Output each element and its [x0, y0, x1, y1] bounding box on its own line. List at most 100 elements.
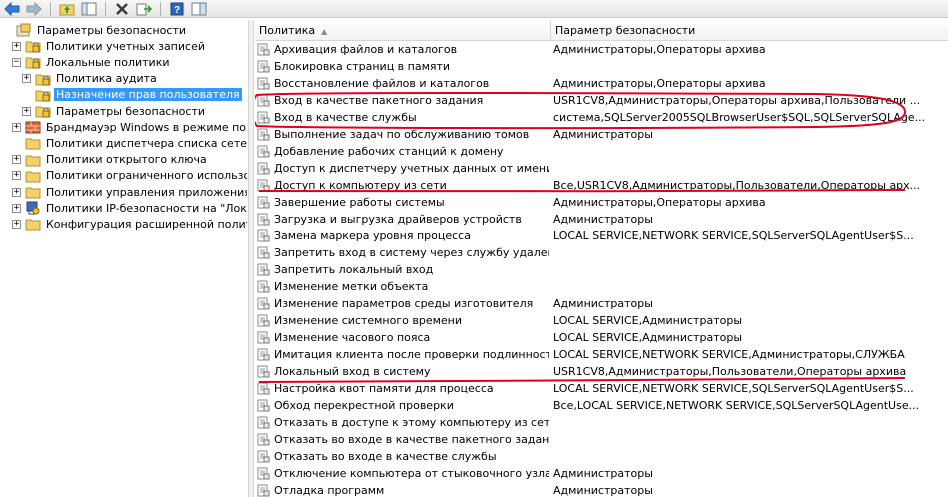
policy-row[interactable]: Выполнение задач по обслуживанию томов Ад…	[255, 126, 948, 143]
tree-item[interactable]: + Конфигурация расширенной политики	[12, 216, 247, 232]
expand-icon[interactable]: +	[12, 41, 21, 51]
policy-name: Изменение метки объекта	[274, 280, 429, 294]
policy-row[interactable]: Доступ к диспетчеру учетных данных от им…	[255, 160, 948, 177]
policy-cell: Доступ к диспетчеру учетных данных от им…	[257, 160, 549, 177]
toolbar-separator	[105, 1, 106, 16]
security-setting-value	[553, 244, 948, 261]
policy-row[interactable]: Отладка программ Администраторы	[255, 482, 948, 497]
delete-button[interactable]	[112, 1, 132, 17]
policy-row[interactable]: Доступ к компьютеру из сети Все,USR1CV8,А…	[255, 177, 948, 194]
tree-item[interactable]: + Политики управления приложениями	[12, 184, 247, 200]
collapse-icon[interactable]: −	[12, 57, 21, 67]
policy-setting-icon	[257, 348, 270, 361]
policy-row[interactable]: Архивация файлов и каталогов Администрато…	[255, 41, 948, 58]
tree-item[interactable]: + Политики учетных записей	[12, 38, 207, 54]
show-hide-tree-button[interactable]	[79, 1, 99, 17]
tree-item[interactable]: + Политики IP-безопасности на "Локальн	[12, 200, 247, 216]
policy-row[interactable]: Отказать в доступе к этому компьютеру из…	[255, 414, 948, 431]
policy-row[interactable]: Завершение работы системы Администраторы,…	[255, 194, 948, 211]
help-button[interactable]: ?	[167, 1, 187, 17]
policy-name: Отказать во входе в качестве пакетного з…	[274, 432, 549, 446]
back-button[interactable]	[2, 1, 22, 17]
tree-item[interactable]: Назначение прав пользователя	[22, 87, 242, 103]
policy-row[interactable]: Отключение компьютера от стыковочного уз…	[255, 465, 948, 482]
policy-row[interactable]: Локальный вход в систему USR1CV8,Админист…	[255, 363, 948, 380]
policy-setting-icon	[257, 297, 270, 310]
expand-icon[interactable]: +	[12, 219, 21, 229]
policy-setting-icon	[257, 94, 270, 107]
policy-row[interactable]: Загрузка и выгрузка драйверов устройств А…	[255, 211, 948, 228]
security-setting-value: USR1CV8,Администраторы,Пользователи,Опер…	[553, 365, 907, 379]
policy-row[interactable]: Изменение параметров среды изготовителя А…	[255, 295, 948, 312]
export-list-button[interactable]	[134, 1, 154, 17]
security-setting-value: LOCAL SERVICE,NETWORK SERVICE,SQLServerS…	[553, 382, 914, 395]
policy-name: Загрузка и выгрузка драйверов устройств	[274, 212, 522, 226]
policy-row[interactable]: Изменение часового пояса LOCAL SERVICE,Ад…	[255, 329, 948, 346]
policy-setting-icon	[257, 484, 270, 497]
policy-row[interactable]: Изменение системного времени LOCAL SERVIC…	[255, 312, 948, 329]
tree-item[interactable]: + Политики ограниченного использовани	[12, 168, 247, 184]
up-level-button[interactable]	[57, 1, 77, 17]
policy-row[interactable]: Восстановление файлов и каталогов Админис…	[255, 75, 948, 92]
tree-item[interactable]: + Политики открытого ключа	[12, 152, 209, 168]
tree-item-label: Политики управления приложениями	[46, 185, 247, 199]
security-setting-value: Администраторы	[553, 127, 653, 141]
security-setting-value	[553, 414, 948, 431]
expand-icon[interactable]: +	[12, 187, 21, 197]
security-setting-value: LOCAL SERVICE,NETWORK SERVICE,SQLServerS…	[553, 229, 914, 243]
column-header-security-setting[interactable]: Параметр безопасности	[551, 20, 948, 40]
policy-name: Локальный вход в систему	[274, 365, 431, 379]
policy-row[interactable]: Обход перекрестной проверки Все,LOCAL SER…	[255, 397, 948, 414]
policy-row[interactable]: Запретить локальный вход	[255, 261, 948, 278]
expand-icon[interactable]: +	[22, 74, 31, 84]
tree-item[interactable]: Политики диспетчера списка сетей	[12, 135, 247, 151]
expand-icon[interactable]: +	[12, 203, 21, 213]
policy-row[interactable]: Отказать во входе в качестве пакетного з…	[255, 431, 948, 448]
tree-item[interactable]: Параметры безопасности	[16, 22, 188, 38]
list-header: Политика ▲ Параметр безопасности	[255, 20, 948, 41]
policy-row[interactable]: Вход в качестве пакетного задания USR1CV8…	[255, 92, 948, 109]
policy-row[interactable]: Имитация клиента после проверки подлинно…	[255, 346, 948, 363]
policy-row[interactable]: Добавление рабочих станций к домену	[255, 143, 948, 160]
forward-button[interactable]	[24, 1, 44, 17]
policy-row[interactable]: Замена маркера уровня процесса LOCAL SERV…	[255, 227, 948, 244]
policy-name: Настройка квот памяти для процесса	[274, 382, 494, 395]
tree-item-label: Политика аудита	[56, 72, 157, 86]
policy-row[interactable]: Изменение метки объекта	[255, 278, 948, 295]
tree-item[interactable]: + Брандмауэр Windows в режиме повыше	[12, 119, 247, 135]
security-setting-value	[553, 160, 948, 177]
security-setting-value: Администраторы,Операторы архива	[553, 195, 766, 209]
policy-cell: Имитация клиента после проверки подлинно…	[257, 346, 549, 363]
folder-icon	[35, 90, 51, 102]
policy-name: Отладка программ	[274, 483, 385, 497]
policy-setting-icon	[257, 331, 270, 344]
policy-row[interactable]: Блокировка страниц в памяти	[255, 58, 948, 75]
column-header-security-setting-label: Параметр безопасности	[555, 24, 696, 37]
policy-row[interactable]: Отказать во входе в качестве службы	[255, 448, 948, 465]
tree-item[interactable]: + Параметры безопасности	[22, 103, 207, 119]
policy-setting-icon	[257, 196, 270, 209]
expand-icon[interactable]: +	[12, 122, 21, 132]
expand-icon[interactable]: +	[22, 106, 31, 116]
policy-cell: Замена маркера уровня процесса	[257, 227, 549, 244]
policy-row[interactable]: Вход в качестве службы система,SQLServer2…	[255, 109, 948, 126]
show-hide-action-pane-button[interactable]	[189, 1, 209, 17]
security-setting-value: Администраторы,Операторы архива	[553, 43, 766, 56]
policy-row[interactable]: Настройка квот памяти для процесса LOCAL …	[255, 380, 948, 397]
tree-item[interactable]: − Локальные политики	[12, 54, 172, 70]
policy-cell: Блокировка страниц в памяти	[257, 58, 549, 75]
policy-setting-icon	[257, 450, 270, 463]
security-setting-value	[553, 143, 948, 160]
expand-icon[interactable]: +	[12, 155, 21, 165]
policy-name: Добавление рабочих станций к домену	[274, 144, 504, 158]
column-header-policy[interactable]: Политика ▲	[255, 20, 551, 40]
policy-row[interactable]: Запретить вход в систему через службу уд…	[255, 244, 948, 261]
policy-name: Изменение часового пояса	[274, 331, 431, 345]
tree-item[interactable]: + Политика аудита	[22, 71, 159, 87]
pane-splitter[interactable]	[248, 20, 254, 497]
policy-setting-icon	[257, 60, 270, 73]
expand-icon[interactable]: +	[12, 171, 21, 181]
policy-name: Запретить локальный вход	[274, 263, 434, 277]
security-setting-value: Все,LOCAL SERVICE,NETWORK SERVICE,SQLSer…	[553, 398, 920, 412]
